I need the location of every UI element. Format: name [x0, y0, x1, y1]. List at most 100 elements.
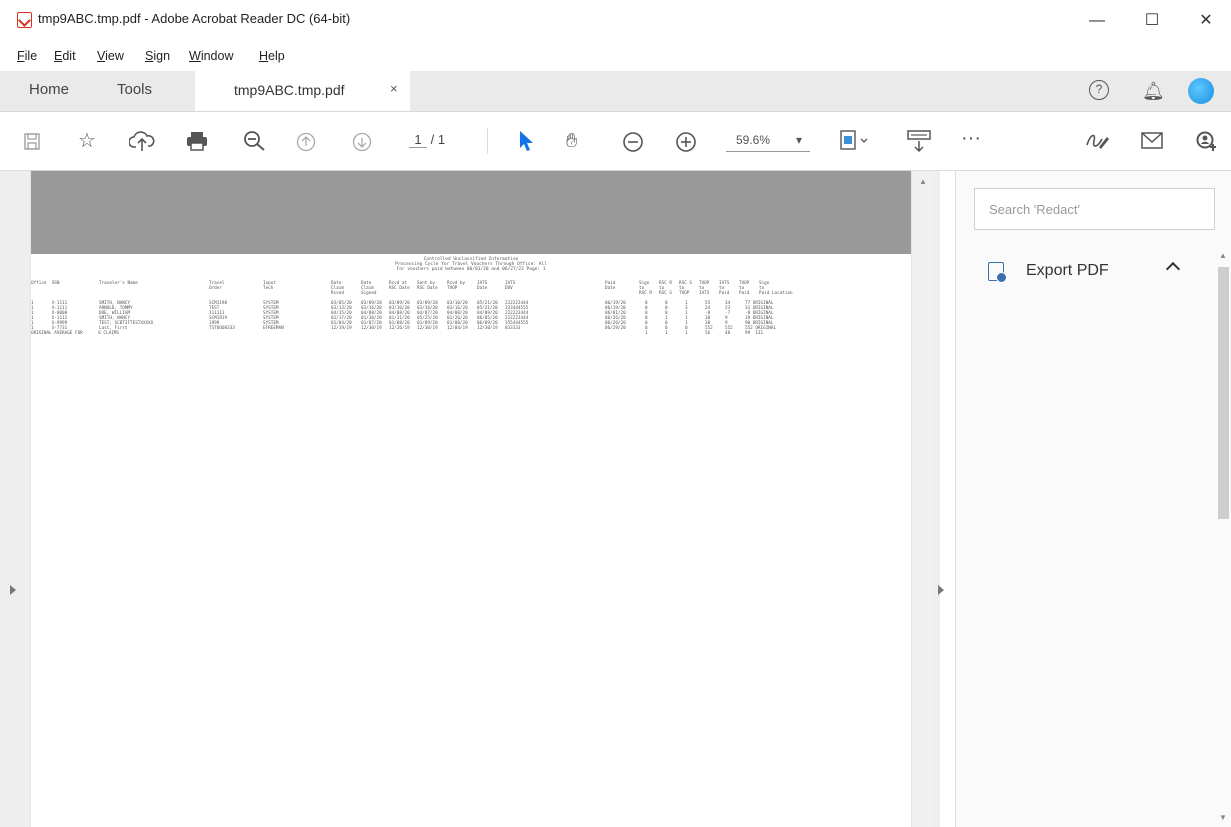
total-pages-label: / 1 [430, 132, 446, 147]
right-pane-toggle-icon[interactable] [938, 585, 944, 595]
page-number-field[interactable]: 1 / 1 [409, 132, 445, 148]
toolbar-divider [487, 128, 488, 154]
report-cell: 12/30/19 [417, 326, 438, 331]
menu-help-mnemonic: H [259, 49, 269, 63]
star-icon[interactable]: ☆ [78, 129, 96, 153]
zoom-out-icon[interactable] [622, 131, 644, 153]
zoom-in-icon[interactable] [675, 131, 697, 153]
report-column-header: Sign to RSC R [639, 281, 652, 296]
report-column-header: Office SSN [31, 281, 60, 286]
current-page-value[interactable]: 1 [409, 132, 427, 148]
report-column-header: Rcvd by TVOP [447, 281, 466, 291]
scroll-up-icon[interactable]: ▲ [919, 177, 927, 186]
sign-icon[interactable] [1084, 129, 1110, 153]
menu-view-mnemonic: V [97, 49, 106, 63]
report-cell: 12/19/19 [331, 326, 352, 331]
tab-bar: Home Tools tmp9ABC.tmp.pdf × ? 🔔︎ [0, 71, 1231, 112]
menu-edit[interactable]: Edit [54, 49, 76, 63]
search-input[interactable] [974, 188, 1215, 230]
fit-page-icon[interactable] [840, 130, 868, 152]
menu-window[interactable]: Window [189, 49, 233, 63]
scroll-down-icon[interactable]: ▼ [1219, 813, 1227, 822]
cloud-upload-icon[interactable] [129, 129, 155, 153]
pdf-page[interactable]: Controlled Unclassified Information Proc… [31, 171, 911, 827]
save-icon[interactable] [24, 133, 40, 150]
report-cell: 12/04/19 [447, 326, 468, 331]
report-cell: 1 [665, 331, 668, 336]
report-column-header: IATS Date [477, 281, 488, 291]
report-column-header: Paid Date [605, 281, 616, 291]
report-cell: 1 [685, 331, 688, 336]
document-scrollbar[interactable]: ▲ [913, 171, 933, 827]
tools-pane: Export PDF [955, 171, 1231, 827]
report-cell: ORIGINAL AVERAGE FOR 6 CLAIMS [31, 331, 119, 336]
menu-help-label: elp [268, 49, 285, 63]
avatar[interactable] [1188, 78, 1214, 104]
zoom-dropdown[interactable]: 59.6% ▾ [726, 131, 810, 152]
report-date-range: For vouchers paid between 06/01/20 and 0… [396, 267, 546, 272]
tab-document[interactable]: tmp9ABC.tmp.pdf × [195, 71, 410, 111]
window-title: tmp9ABC.tmp.pdf - Adobe Acrobat Reader D… [38, 11, 351, 26]
title-bar: tmp9ABC.tmp.pdf - Adobe Acrobat Reader D… [0, 0, 1231, 44]
scroll-up-icon[interactable]: ▲ [1219, 251, 1227, 260]
page-banner [31, 171, 911, 254]
bell-icon[interactable]: 🔔︎ [1142, 81, 1165, 102]
report-cell: 12/30/19 [361, 326, 382, 331]
magnifier-icon[interactable] [243, 130, 267, 152]
menu-sign[interactable]: Sign [145, 49, 170, 63]
report-column-header: IATS to Paid [719, 281, 730, 296]
report-cell: 06/29/20 [605, 326, 626, 331]
menu-file-label: ile [24, 49, 38, 63]
report-cell: 99 131 [745, 331, 764, 336]
chevron-up-icon[interactable] [1165, 261, 1181, 277]
report-column-header: Traveler's Name [99, 281, 138, 286]
maximize-button[interactable]: ☐ [1132, 6, 1172, 36]
report-cell: TSTOOO8333 [209, 326, 235, 331]
page-down-icon[interactable] [352, 132, 372, 152]
report-column-header: TVOP to Paid [739, 281, 750, 296]
report-cell: 12/26/19 [389, 326, 410, 331]
report-column-header: Date Claim Rcved [331, 281, 344, 296]
scrollbar-thumb[interactable] [1218, 267, 1229, 519]
mail-icon[interactable] [1141, 132, 1163, 149]
report-column-header: TVOP to IATS [699, 281, 710, 296]
report-cell: 833333 [505, 326, 521, 331]
toolbar: ☆ 1 / 1 ✋︎ 59.6% ▾ ··· [0, 112, 1231, 171]
menu-file[interactable]: File [17, 49, 37, 63]
document-tab-label: tmp9ABC.tmp.pdf [234, 82, 345, 98]
tools-pane-scrollbar[interactable]: ▲ ▼ [1216, 243, 1231, 827]
printer-icon[interactable] [186, 131, 208, 151]
tab-home[interactable]: Home [29, 81, 69, 98]
help-icon[interactable]: ? [1089, 80, 1109, 100]
report-column-header: Rcvd at RSC Date [389, 281, 410, 291]
account-icon[interactable] [1196, 130, 1218, 152]
more-icon[interactable]: ··· [961, 126, 981, 150]
menu-sign-label: ign [153, 49, 171, 63]
tab-tools[interactable]: Tools [117, 81, 152, 98]
report-column-header: Date Claim Signed [361, 281, 377, 296]
menu-bar: File Edit View Sign Window Help [0, 44, 1231, 70]
page-up-icon[interactable] [296, 132, 316, 152]
report-cell: 56 [705, 331, 711, 336]
menu-help[interactable]: Help [259, 49, 285, 63]
close-window-button[interactable]: ✕ [1186, 6, 1226, 36]
close-tab-button[interactable]: × [390, 81, 398, 96]
report-cell: EFREEMAN [263, 326, 284, 331]
report-column-header: Travel Order [209, 281, 225, 291]
acrobat-logo-icon [17, 12, 32, 28]
export-pdf-tool[interactable]: Export PDF [956, 254, 1218, 294]
report-header: Controlled Unclassified Information Proc… [31, 257, 911, 272]
report-column-header: Sign to Paid Location [759, 281, 793, 296]
report-cell: 48 [725, 331, 731, 336]
stamp-icon[interactable] [906, 129, 932, 153]
zoom-value: 59.6% [736, 133, 771, 147]
minimize-button[interactable]: — [1077, 6, 1117, 36]
menu-view[interactable]: View [97, 49, 124, 63]
menu-file-mnemonic: F [17, 49, 25, 63]
report-column-header: RSC R to RSC S [659, 281, 672, 296]
report-cell: 1 [645, 331, 648, 336]
left-pane-toggle-icon[interactable] [10, 585, 16, 595]
hand-icon[interactable]: ✋︎ [566, 129, 577, 153]
menu-view-label: iew [105, 49, 124, 63]
cursor-icon[interactable] [518, 130, 534, 152]
